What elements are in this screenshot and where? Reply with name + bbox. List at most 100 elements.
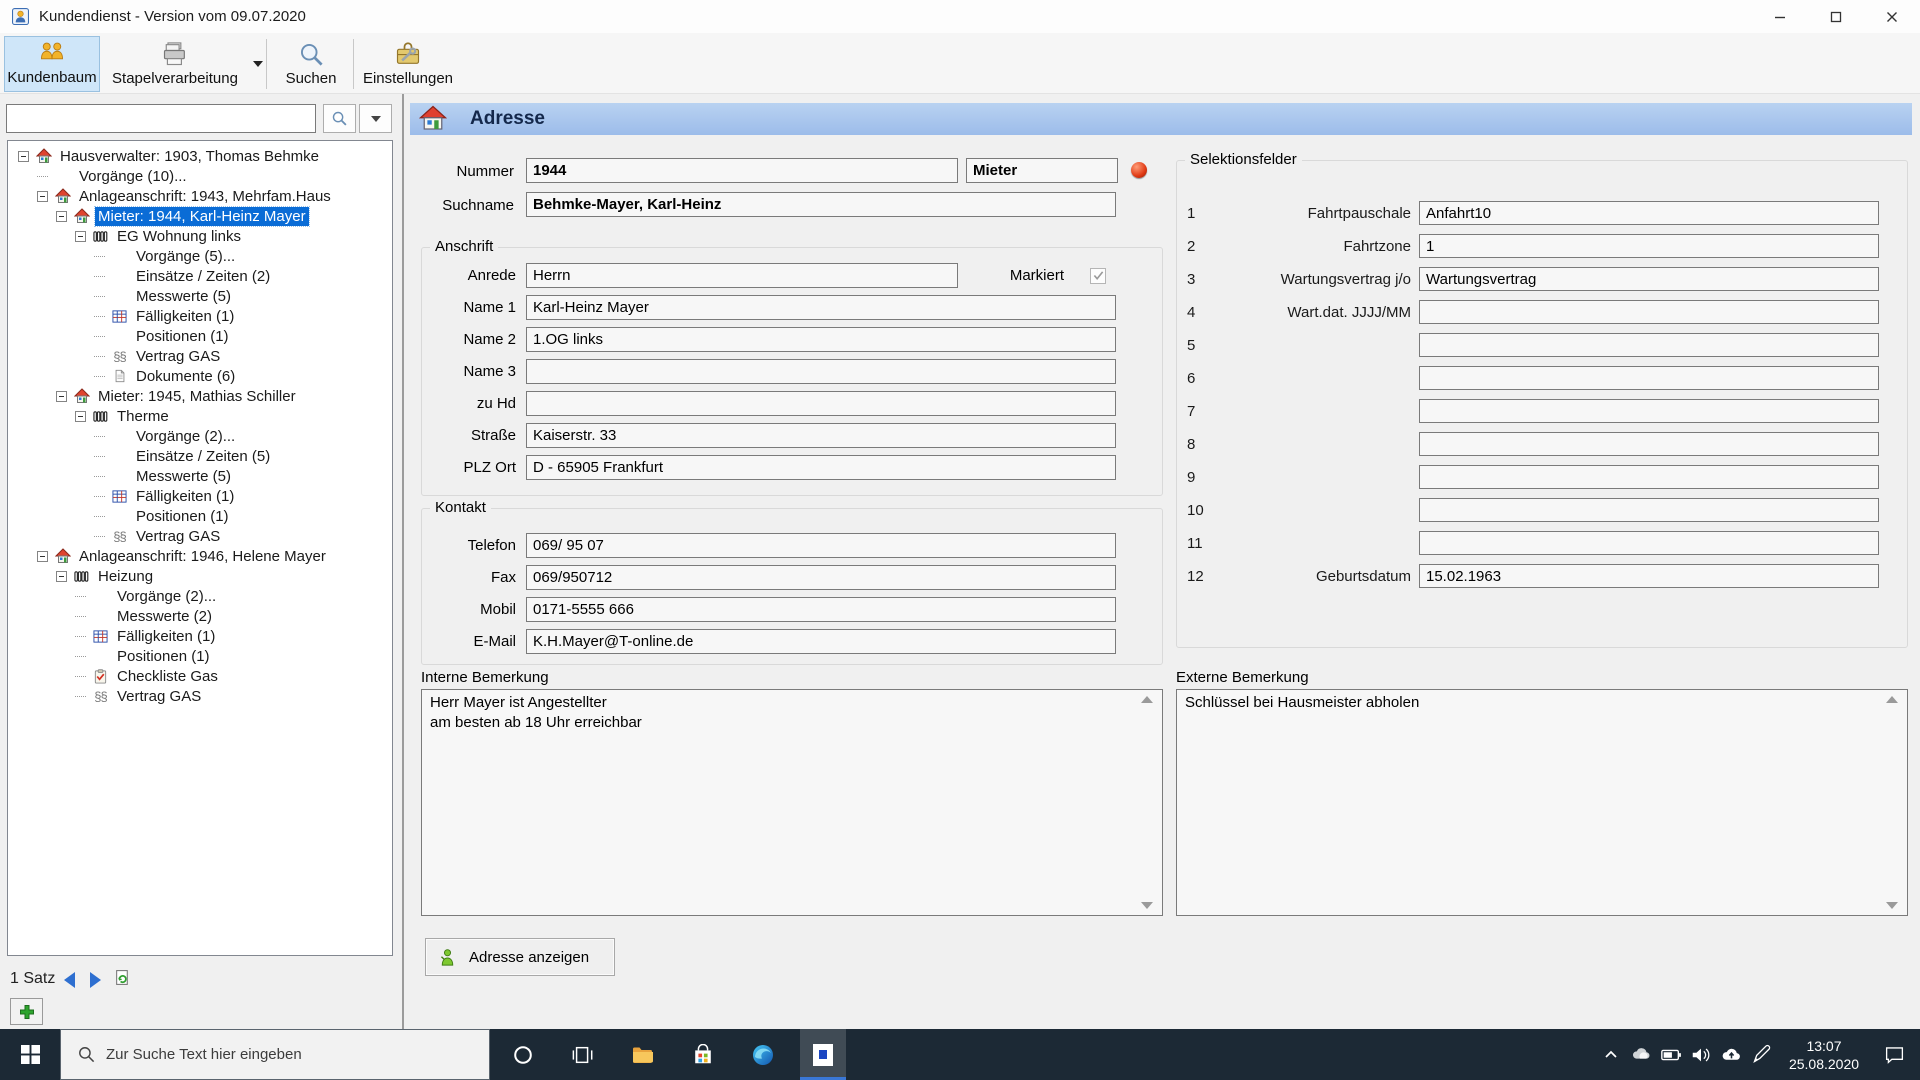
close-icon[interactable] bbox=[1864, 0, 1920, 33]
chevron-up-icon[interactable] bbox=[1596, 1029, 1626, 1080]
mobil-input[interactable] bbox=[526, 597, 1116, 622]
add-record-button[interactable] bbox=[10, 998, 43, 1025]
tree-item[interactable]: Therme bbox=[8, 406, 392, 426]
tree-search-input[interactable] bbox=[6, 104, 316, 133]
selection-field-input[interactable] bbox=[1419, 432, 1879, 456]
collapse-toggle-icon[interactable] bbox=[75, 410, 86, 422]
record-type-input[interactable] bbox=[966, 158, 1118, 183]
tree-search-button[interactable] bbox=[323, 104, 356, 133]
interne-bemerkung-textarea[interactable]: Herr Mayer ist Angestellter am besten ab… bbox=[421, 689, 1163, 916]
tree-item[interactable]: Anlageanschrift: 1946, Helene Mayer bbox=[8, 546, 392, 566]
tree-item[interactable]: Anlageanschrift: 1943, Mehrfam.Haus bbox=[8, 186, 392, 206]
volume-icon[interactable] bbox=[1686, 1029, 1716, 1080]
tree-item[interactable]: Heizung bbox=[8, 566, 392, 586]
pen-icon[interactable] bbox=[1746, 1029, 1776, 1080]
onedrive-icon[interactable] bbox=[1626, 1029, 1656, 1080]
action-center-icon[interactable] bbox=[1872, 1029, 1916, 1080]
collapse-toggle-icon[interactable] bbox=[18, 150, 29, 162]
selection-field-input[interactable] bbox=[1419, 564, 1879, 588]
tree-item[interactable]: Messwerte (2) bbox=[8, 606, 392, 626]
tree-item[interactable]: Vorgänge (10)... bbox=[8, 166, 392, 186]
taskbar-search-input[interactable]: Zur Suche Text hier eingeben bbox=[60, 1029, 490, 1080]
tree-item[interactable]: Dokumente (6) bbox=[8, 366, 392, 386]
task-view-icon[interactable] bbox=[560, 1029, 606, 1080]
tree-item[interactable]: Fälligkeiten (1) bbox=[8, 626, 392, 646]
telefon-input[interactable] bbox=[526, 533, 1116, 558]
plz-ort-input[interactable] bbox=[526, 455, 1116, 480]
selection-field-input[interactable] bbox=[1419, 498, 1879, 522]
toolbar-button-suchen[interactable]: Suchen bbox=[274, 36, 348, 92]
tree-search-options-button[interactable] bbox=[359, 104, 392, 133]
taskbar-clock[interactable]: 13:07 25.08.2020 bbox=[1776, 1037, 1872, 1073]
kundendienst-app-active-icon[interactable] bbox=[800, 1029, 846, 1080]
tree-item[interactable]: Fälligkeiten (1) bbox=[8, 306, 392, 326]
tree-item[interactable]: Positionen (1) bbox=[8, 506, 392, 526]
tree-item[interactable]: Einsätze / Zeiten (2) bbox=[8, 266, 392, 286]
externe-bemerkung-textarea[interactable]: Schlüssel bei Hausmeister abholen bbox=[1176, 689, 1908, 916]
cortana-icon[interactable] bbox=[500, 1029, 546, 1080]
name2-input[interactable] bbox=[526, 327, 1116, 352]
selection-field-input[interactable] bbox=[1419, 531, 1879, 555]
maximize-icon[interactable] bbox=[1808, 0, 1864, 33]
collapse-toggle-icon[interactable] bbox=[75, 230, 86, 242]
tree-item[interactable]: Einsätze / Zeiten (5) bbox=[8, 446, 392, 466]
tree-item[interactable]: Messwerte (5) bbox=[8, 466, 392, 486]
fax-input[interactable] bbox=[526, 565, 1116, 590]
scroll-down-icon[interactable] bbox=[1141, 902, 1153, 909]
strasse-input[interactable] bbox=[526, 423, 1116, 448]
microsoft-store-icon[interactable] bbox=[680, 1029, 726, 1080]
collapse-toggle-icon[interactable] bbox=[56, 390, 67, 402]
selection-field-input[interactable] bbox=[1419, 366, 1879, 390]
collapse-toggle-icon[interactable] bbox=[37, 550, 48, 562]
anrede-input[interactable] bbox=[526, 263, 958, 288]
selection-field-input[interactable] bbox=[1419, 234, 1879, 258]
email-input[interactable] bbox=[526, 629, 1116, 654]
collapse-toggle-icon[interactable] bbox=[56, 210, 67, 222]
tree-item[interactable]: Mieter: 1944, Karl-Heinz Mayer bbox=[8, 205, 392, 227]
name3-input[interactable] bbox=[526, 359, 1116, 384]
nummer-input[interactable] bbox=[526, 158, 958, 183]
selection-field-input[interactable] bbox=[1419, 465, 1879, 489]
selection-field-input[interactable] bbox=[1419, 300, 1879, 324]
previous-record-icon[interactable] bbox=[64, 972, 75, 988]
toolbar-button-einstellungen[interactable]: Einstellungen bbox=[358, 36, 458, 92]
tree-item[interactable]: Vorgänge (2)... bbox=[8, 426, 392, 446]
scroll-down-icon[interactable] bbox=[1886, 902, 1898, 909]
refresh-record-icon[interactable] bbox=[114, 969, 131, 991]
tree-item[interactable]: §§ Vertrag GAS bbox=[8, 686, 392, 706]
scroll-up-icon[interactable] bbox=[1141, 696, 1153, 703]
toolbar-button-stapelverarbeitung[interactable]: Stapelverarbeitung bbox=[100, 36, 250, 92]
tree-item[interactable]: Mieter: 1945, Mathias Schiller bbox=[8, 386, 392, 406]
selection-field-input[interactable] bbox=[1419, 267, 1879, 291]
tree-item[interactable]: §§ Vertrag GAS bbox=[8, 346, 392, 366]
selection-field-input[interactable] bbox=[1419, 201, 1879, 225]
tree-item[interactable]: Checkliste Gas bbox=[8, 666, 392, 686]
markiert-checkbox[interactable] bbox=[1090, 267, 1106, 284]
zu-hd-input[interactable] bbox=[526, 391, 1116, 416]
tree-item[interactable]: Fälligkeiten (1) bbox=[8, 486, 392, 506]
cloud-upload-icon[interactable] bbox=[1716, 1029, 1746, 1080]
scroll-up-icon[interactable] bbox=[1886, 696, 1898, 703]
tree-item[interactable]: EG Wohnung links bbox=[8, 226, 392, 246]
collapse-toggle-icon[interactable] bbox=[37, 190, 48, 202]
tree-item[interactable]: Vorgänge (5)... bbox=[8, 246, 392, 266]
edge-browser-icon[interactable] bbox=[740, 1029, 786, 1080]
next-record-icon[interactable] bbox=[90, 972, 101, 988]
suchname-input[interactable] bbox=[526, 192, 1116, 217]
toolbar-button-kundenbaum[interactable]: Kundenbaum bbox=[4, 36, 100, 92]
tree-item[interactable]: Hausverwalter: 1903, Thomas Behmke bbox=[8, 146, 392, 166]
selection-field-input[interactable] bbox=[1419, 333, 1879, 357]
selection-field-input[interactable] bbox=[1419, 399, 1879, 423]
tree-item[interactable]: Vorgänge (2)... bbox=[8, 586, 392, 606]
collapse-toggle-icon[interactable] bbox=[56, 570, 67, 582]
minimize-icon[interactable] bbox=[1752, 0, 1808, 33]
start-button[interactable] bbox=[0, 1029, 60, 1080]
tree-item[interactable]: §§ Vertrag GAS bbox=[8, 526, 392, 546]
file-explorer-icon[interactable] bbox=[620, 1029, 666, 1080]
tree-item[interactable]: Positionen (1) bbox=[8, 646, 392, 666]
name1-input[interactable] bbox=[526, 295, 1116, 320]
adresse-anzeigen-button[interactable]: Adresse anzeigen bbox=[425, 938, 615, 976]
battery-icon[interactable] bbox=[1656, 1029, 1686, 1080]
tree-item[interactable]: Positionen (1) bbox=[8, 326, 392, 346]
stapelverarbeitung-dropdown-icon[interactable] bbox=[253, 61, 263, 67]
